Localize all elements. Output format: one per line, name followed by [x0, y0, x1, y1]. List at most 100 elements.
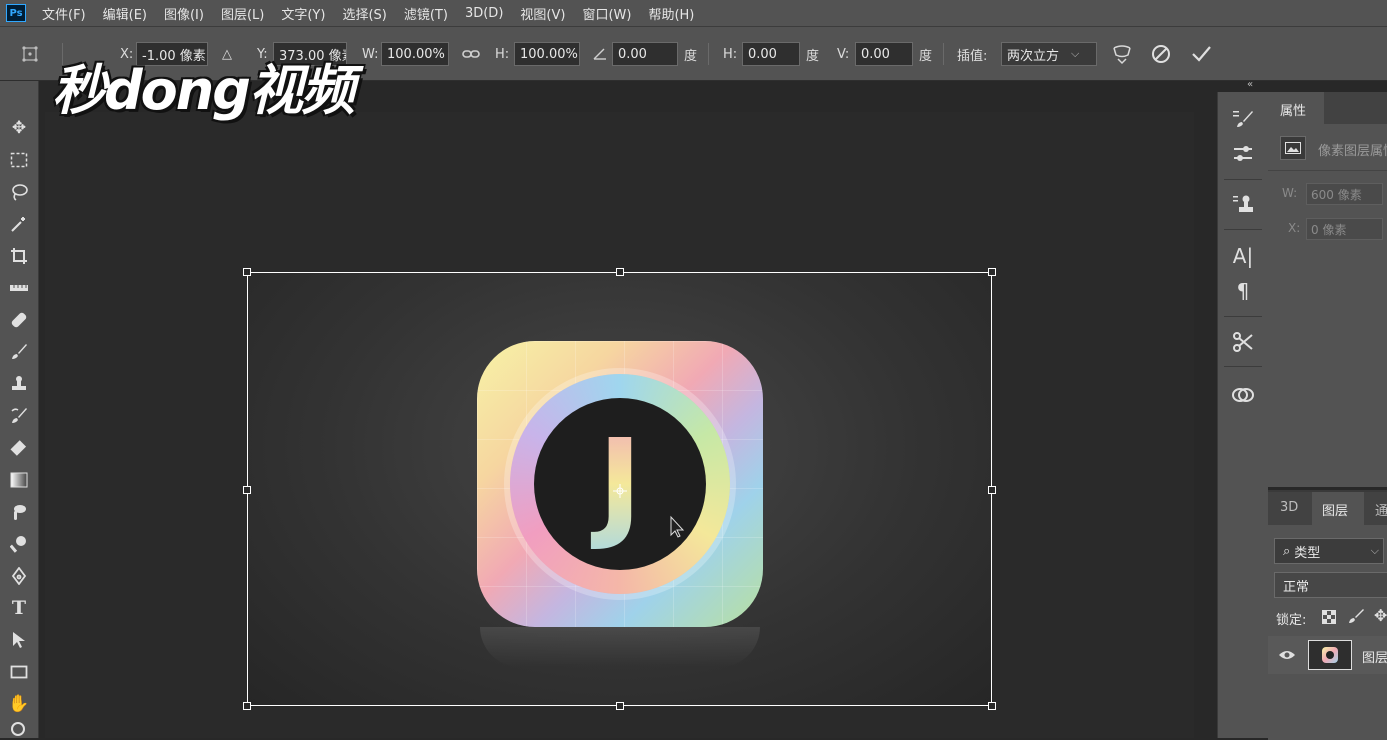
lasso-tool-icon[interactable] [5, 178, 33, 206]
height-percent-field[interactable]: 100.00% [514, 42, 580, 66]
tab-channels[interactable]: 通 [1375, 500, 1387, 519]
path-selection-icon[interactable] [5, 626, 33, 654]
pixel-layer-icon [1280, 136, 1306, 160]
divider [708, 43, 709, 65]
menu-help[interactable]: 帮助(H) [648, 4, 694, 23]
tool-presets-icon[interactable] [1229, 328, 1257, 356]
transform-handle-top-right[interactable] [988, 268, 996, 276]
vertical-skew-label: V: [837, 46, 850, 62]
menu-image[interactable]: 图像(I) [164, 4, 204, 23]
transform-center-icon[interactable] [613, 483, 627, 498]
gradient-tool-icon[interactable] [5, 466, 33, 494]
chevron-down-icon: ⌵ [1370, 544, 1379, 557]
transform-handle-top-left[interactable] [243, 268, 251, 276]
layer-filter-select[interactable]: ⌕ 类型 ⌵ [1274, 538, 1384, 564]
menu-bar: Ps 文件(F) 编辑(E) 图像(I) 图层(L) 文字(Y) 选择(S) 滤… [0, 0, 1387, 26]
layer-thumbnail [1308, 640, 1352, 670]
brush-settings-icon[interactable] [1229, 105, 1257, 133]
menu-window[interactable]: 窗口(W) [582, 4, 631, 23]
zoom-tool-icon[interactable] [5, 722, 33, 738]
brush-tool-icon[interactable] [5, 338, 33, 366]
tab-3d[interactable]: 3D [1280, 500, 1298, 515]
collapse-panels-icon[interactable]: « [1247, 79, 1253, 90]
transform-handle-right[interactable] [988, 486, 996, 494]
thumbnail-icon-preview [1322, 647, 1338, 663]
dodge-tool-icon[interactable] [5, 530, 33, 558]
horizontal-skew-field[interactable]: 0.00 [742, 42, 800, 66]
lock-image-pixels-icon[interactable] [1348, 608, 1364, 624]
clone-stamp-icon[interactable] [5, 370, 33, 398]
lock-transparent-pixels-icon[interactable] [1322, 609, 1336, 624]
layer-row[interactable]: 图层 [1268, 636, 1387, 674]
transform-handle-top[interactable] [616, 268, 624, 276]
layer-type-title: 像素图层属性 [1318, 144, 1387, 159]
move-tool-icon[interactable]: ✥ [5, 114, 33, 142]
transform-handle-bottom-left[interactable] [243, 702, 251, 710]
rotation-angle-field[interactable]: 0.00 [612, 42, 678, 66]
link-icon[interactable] [462, 41, 480, 67]
history-brush-icon[interactable] [5, 402, 33, 430]
height-label: H: [495, 46, 510, 62]
divider [1268, 170, 1387, 171]
ruler-tool-icon[interactable] [5, 274, 33, 302]
smudge-tool-icon[interactable] [5, 498, 33, 526]
reference-point-icon[interactable] [18, 41, 42, 67]
width-label: W: [362, 46, 379, 62]
lock-position-icon[interactable]: ✥ [1374, 606, 1387, 625]
degree-unit: 度 [684, 48, 698, 64]
dock-divider [1224, 316, 1262, 317]
layer-name[interactable]: 图层 [1362, 647, 1387, 666]
transform-handle-bottom[interactable] [616, 702, 624, 710]
properties-panel: 属性 像素图层属性 W: 600 像素 X: 0 像素 [1268, 92, 1387, 487]
character-panel-icon[interactable]: A| [1229, 242, 1257, 270]
marquee-tool-icon[interactable] [5, 146, 33, 174]
type-tool-icon[interactable]: T [5, 594, 33, 622]
menu-view[interactable]: 视图(V) [520, 4, 565, 23]
tools-panel: ✥ T ✋ [0, 81, 39, 738]
interpolation-select[interactable]: 两次立方 ⌵ [1001, 42, 1097, 66]
interpolation-value: 两次立方 [1007, 48, 1060, 64]
prop-x-field[interactable]: 0 像素 [1306, 218, 1383, 240]
photoshop-logo[interactable]: Ps [6, 4, 26, 22]
eraser-tool-icon[interactable] [5, 434, 33, 462]
menu-layer[interactable]: 图层(L) [221, 4, 264, 23]
blend-mode-select[interactable]: 正常 [1274, 572, 1387, 598]
eye-icon[interactable] [1278, 647, 1296, 666]
interpolation-label: 插值: [957, 48, 988, 64]
adjustments-icon[interactable] [1229, 140, 1257, 168]
menu-3d[interactable]: 3D(D) [465, 6, 503, 21]
mouse-cursor-icon [669, 515, 687, 539]
rectangle-tool-icon[interactable] [5, 658, 33, 686]
hand-tool-icon[interactable]: ✋ [5, 690, 33, 718]
layers-tab-label: 图层 [1322, 504, 1349, 519]
vertical-skew-field[interactable]: 0.00 [855, 42, 913, 66]
layers-panel: 3D 图层 通 ⌕ 类型 ⌵ 正常 锁定: ✥ 图层 [1268, 490, 1387, 740]
angle-icon [592, 41, 608, 67]
prop-width-field[interactable]: 600 像素 [1306, 183, 1383, 205]
pen-tool-icon[interactable] [5, 562, 33, 590]
clone-source-icon[interactable] [1229, 190, 1257, 218]
cancel-icon[interactable] [1150, 41, 1172, 67]
healing-brush-icon[interactable] [5, 306, 33, 334]
horizontal-skew-label: H: [723, 46, 738, 62]
checkmark-icon[interactable] [1190, 41, 1212, 67]
tab-properties[interactable]: 属性 [1268, 92, 1324, 124]
menu-type[interactable]: 文字(Y) [281, 4, 325, 23]
lock-label: 锁定: [1276, 613, 1307, 628]
menu-filter[interactable]: 滤镜(T) [404, 4, 448, 23]
crop-tool-icon[interactable] [5, 242, 33, 270]
warp-mode-icon[interactable] [1111, 41, 1133, 67]
degree-unit: 度 [919, 48, 933, 64]
menu-select[interactable]: 选择(S) [342, 4, 386, 23]
properties-tab-label: 属性 [1280, 104, 1307, 119]
transform-handle-bottom-right[interactable] [988, 702, 996, 710]
thumbnail-dot [1326, 651, 1334, 659]
width-percent-field[interactable]: 100.00% [381, 42, 449, 66]
transform-handle-left[interactable] [243, 486, 251, 494]
creative-cloud-libraries-icon[interactable] [1229, 380, 1257, 408]
magic-wand-icon[interactable] [5, 210, 33, 238]
tab-layers[interactable]: 图层 [1312, 492, 1364, 525]
paragraph-panel-icon[interactable]: ¶ [1229, 277, 1257, 305]
menu-file[interactable]: 文件(F) [42, 4, 86, 23]
menu-edit[interactable]: 编辑(E) [103, 4, 147, 23]
